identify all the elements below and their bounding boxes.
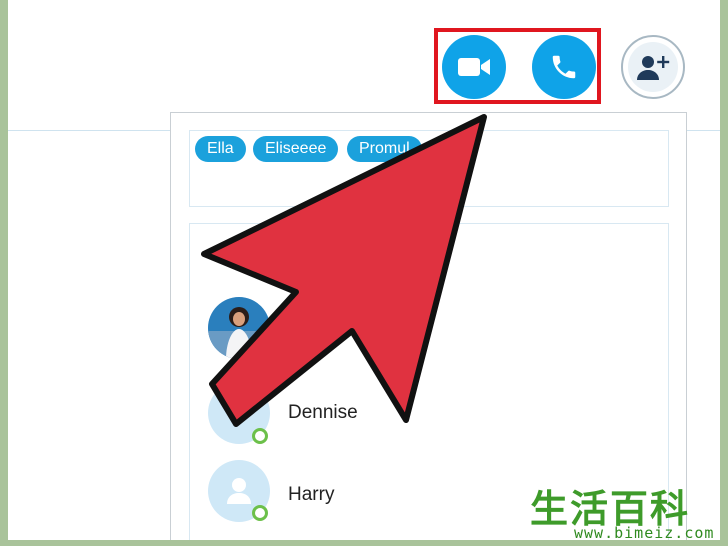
red-pointer-arrow-icon (201, 114, 487, 427)
watermark-url: www.bimeiz.com (574, 524, 715, 540)
app-window: Ella Eliseeee Promul Dennise Harry 生活百科 … (8, 0, 720, 540)
watermark-logo: 生活百科 (530, 482, 720, 531)
